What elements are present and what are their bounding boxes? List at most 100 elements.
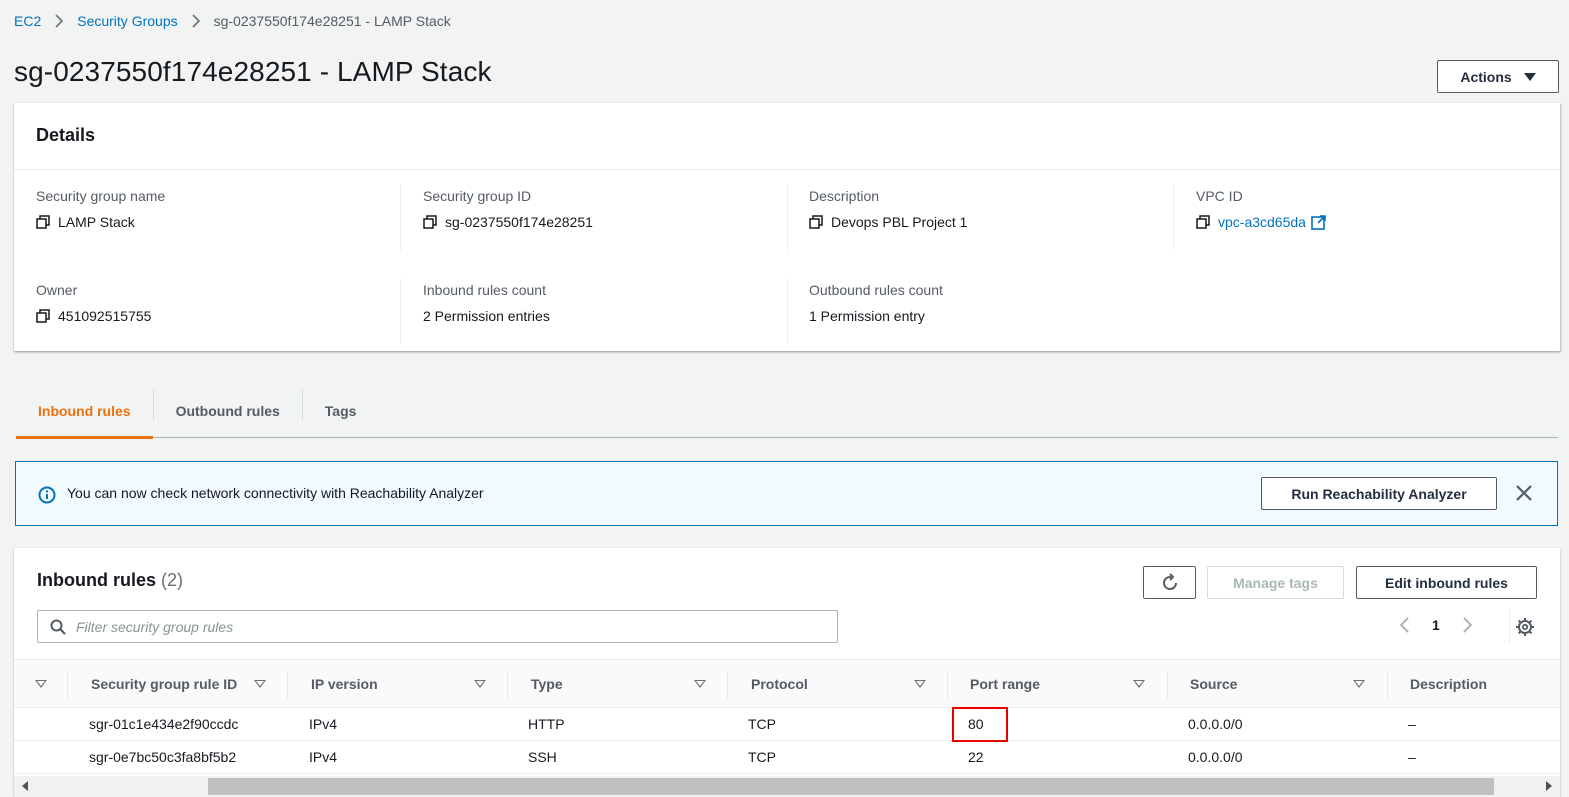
breadcrumb-ec2[interactable]: EC2 <box>14 13 41 29</box>
sort-icon <box>254 680 266 688</box>
cell-type: SSH <box>528 749 557 765</box>
field-label: VPC ID <box>1196 188 1243 204</box>
tab-outbound-rules[interactable]: Outbound rules <box>154 384 302 438</box>
cell-source: 0.0.0.0/0 <box>1188 716 1243 732</box>
copy-icon[interactable] <box>36 215 50 229</box>
chevron-right-icon[interactable] <box>1460 616 1474 634</box>
cell-port-range: 22 <box>968 749 984 765</box>
divider <box>1173 185 1174 250</box>
select-column-header[interactable] <box>35 660 47 708</box>
tab-inbound-rules[interactable]: Inbound rules <box>16 384 153 439</box>
column-divider <box>67 670 68 700</box>
pagination: 1 <box>1398 616 1474 634</box>
column-divider <box>727 670 728 700</box>
field-security-group-name: Security group name LAMP Stack <box>36 188 396 230</box>
table-row[interactable]: sgr-0e7bc50c3fa8bf5b2 IPv4 SSH TCP 22 0.… <box>14 741 1560 774</box>
column-header-rule-id[interactable]: Security group rule ID <box>91 660 237 708</box>
cell-ip-version: IPv4 <box>309 749 338 765</box>
page-title: sg-0237550f174e28251 - LAMP Stack <box>14 56 492 87</box>
filter-field <box>37 610 838 643</box>
cell-rule-id: sgr-0e7bc50c3fa8bf5b2 <box>89 749 237 765</box>
field-value: 451092515755 <box>58 308 152 324</box>
sort-port-range[interactable] <box>1133 660 1145 708</box>
copy-icon[interactable] <box>1196 215 1210 229</box>
scroll-left-icon[interactable] <box>22 781 28 791</box>
refresh-icon <box>1162 572 1177 590</box>
tab-tags[interactable]: Tags <box>303 384 379 438</box>
field-value: 2 Permission entries <box>423 308 550 324</box>
field-owner: Owner 451092515755 <box>36 282 396 324</box>
divider <box>787 279 788 344</box>
field-label: Security group ID <box>423 188 532 204</box>
inbound-rules-title: Inbound rules (2) <box>37 570 183 591</box>
field-value: 1 Permission entry <box>809 308 925 324</box>
cell-description: – <box>1408 716 1416 732</box>
field-description: Description Devops PBL Project 1 <box>809 188 1169 230</box>
field-label: Description <box>809 188 880 204</box>
copy-icon[interactable] <box>36 309 50 323</box>
divider <box>400 185 401 250</box>
page-number[interactable]: 1 <box>1432 617 1440 633</box>
cell-protocol: TCP <box>748 749 776 765</box>
table-row[interactable]: sgr-01c1e434e2f90ccdc IPv4 HTTP TCP 80 0… <box>14 708 1560 741</box>
sort-type[interactable] <box>694 660 706 708</box>
column-header-protocol[interactable]: Protocol <box>751 660 808 708</box>
column-divider <box>947 670 948 700</box>
field-value: Devops PBL Project 1 <box>831 214 968 230</box>
sort-rule-id[interactable] <box>254 660 266 708</box>
details-heading: Details <box>14 103 1560 170</box>
caret-down-icon <box>1523 72 1536 81</box>
column-header-source[interactable]: Source <box>1190 660 1237 708</box>
sort-protocol[interactable] <box>914 660 926 708</box>
gear-icon[interactable] <box>1515 617 1535 637</box>
field-value: LAMP Stack <box>58 214 135 230</box>
column-header-type[interactable]: Type <box>531 660 563 708</box>
column-divider <box>1387 670 1388 700</box>
horizontal-scrollbar[interactable] <box>14 776 1560 797</box>
divider <box>400 279 401 344</box>
tabs: Inbound rules Outbound rules Tags <box>16 384 1558 439</box>
close-icon[interactable] <box>1514 483 1534 503</box>
refresh-button[interactable] <box>1143 566 1196 599</box>
actions-button[interactable]: Actions <box>1437 60 1559 93</box>
search-icon <box>50 619 66 635</box>
cell-ip-version: IPv4 <box>309 716 338 732</box>
sort-icon <box>694 680 706 688</box>
table-header: Security group rule ID IP version Type P… <box>14 659 1560 708</box>
vpc-id-link[interactable]: vpc-a3cd65da <box>1218 214 1306 230</box>
flash-message: You can now check network connectivity w… <box>67 485 484 501</box>
reachability-flash: You can now check network connectivity w… <box>15 461 1558 526</box>
breadcrumb-security-groups[interactable]: Security Groups <box>77 13 177 29</box>
field-label: Owner <box>36 282 78 298</box>
scrollbar-thumb[interactable] <box>208 778 1494 795</box>
breadcrumb-current: sg-0237550f174e28251 - LAMP Stack <box>213 13 451 29</box>
column-header-ip-version[interactable]: IP version <box>311 660 378 708</box>
edit-inbound-rules-button[interactable]: Edit inbound rules <box>1356 566 1537 599</box>
copy-icon[interactable] <box>809 215 823 229</box>
run-reachability-analyzer-button[interactable]: Run Reachability Analyzer <box>1261 477 1497 510</box>
field-security-group-id: Security group ID sg-0237550f174e28251 <box>423 188 783 230</box>
port-range-highlight-box <box>952 707 1008 742</box>
field-outbound-rules-count: Outbound rules count 1 Permission entry <box>809 282 1169 324</box>
sort-source[interactable] <box>1353 660 1365 708</box>
cell-type: HTTP <box>528 716 565 732</box>
cell-protocol: TCP <box>748 716 776 732</box>
chevron-right-icon <box>178 14 214 28</box>
actions-label: Actions <box>1460 68 1512 85</box>
column-header-description[interactable]: Description <box>1410 660 1487 708</box>
chevron-right-icon <box>41 14 77 28</box>
field-value: sg-0237550f174e28251 <box>445 214 593 230</box>
cell-rule-id: sgr-01c1e434e2f90ccdc <box>89 716 239 732</box>
manage-tags-button[interactable]: Manage tags <box>1207 566 1344 599</box>
field-label: Inbound rules count <box>423 282 546 298</box>
field-label: Outbound rules count <box>809 282 943 298</box>
chevron-left-icon[interactable] <box>1398 616 1412 634</box>
breadcrumb: EC2 Security Groups sg-0237550f174e28251… <box>14 11 451 31</box>
scroll-right-icon[interactable] <box>1546 781 1552 791</box>
filter-input[interactable] <box>76 618 837 635</box>
external-link-icon[interactable] <box>1311 214 1326 230</box>
column-header-port-range[interactable]: Port range <box>970 660 1040 708</box>
copy-icon[interactable] <box>423 215 437 229</box>
field-vpc-id: VPC ID vpc-a3cd65da <box>1196 188 1556 230</box>
sort-ip-version[interactable] <box>474 660 486 708</box>
